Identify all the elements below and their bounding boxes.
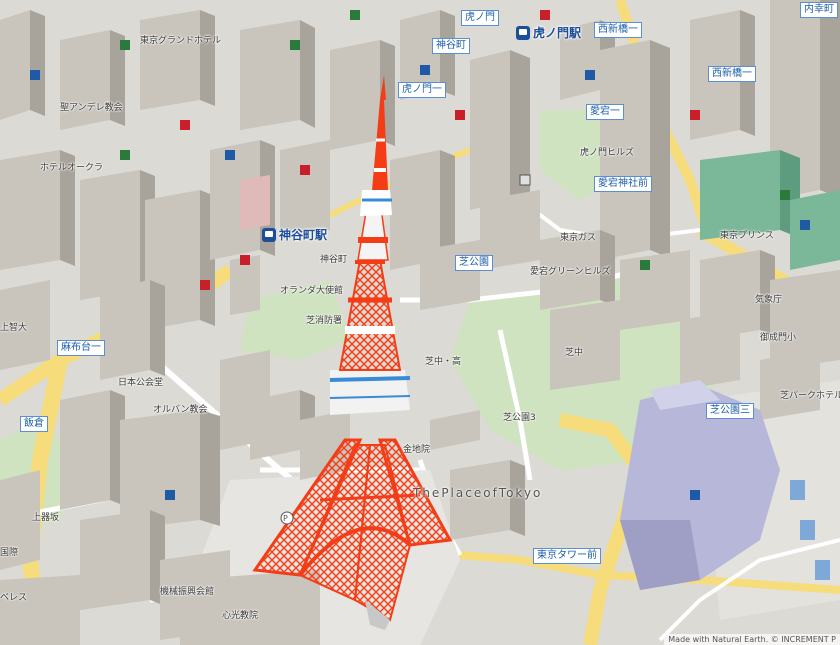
place-label-atago-green: 愛宕グリーンヒルズ (530, 267, 611, 277)
place-label-seishoin: 聖アンデレ教会 (60, 103, 123, 113)
road-label-iigura[interactable]: 飯倉 (20, 416, 48, 432)
place-label-toranomon-hills: 虎ノ門ヒルズ (580, 148, 635, 158)
place-label-oruban: オルバン教会 (153, 405, 208, 415)
place-label-kisho: 気象庁 (755, 295, 783, 305)
place-label-tokyo-grand-hotel: 東京グランドホテル (140, 36, 222, 46)
svg-text:P: P (283, 514, 288, 523)
road-label-atagojinja-mae[interactable]: 愛宕神社前 (594, 176, 652, 192)
road-label-tokyo-tower-mae[interactable]: 東京タワー前 (533, 548, 601, 564)
place-label-shiba-ch: 芝中 (565, 348, 584, 358)
road-label-toranomon[interactable]: 虎ノ門 (461, 10, 499, 26)
road-label-kamiyacho-cross[interactable]: 神谷町 (432, 38, 470, 54)
place-label-oranda-embassy: オランダ大使館 (280, 286, 344, 296)
train-icon (516, 25, 530, 40)
station-toranomon[interactable]: 虎ノ門駅 (516, 24, 581, 41)
place-label-kamiyacho: 神谷町 (320, 255, 348, 265)
place-label-kokusai: 国際 (0, 548, 19, 558)
place-label-hotel-okura: ホテルオークラ (40, 163, 104, 173)
place-label-shiba-fire: 芝消防署 (306, 316, 343, 326)
place-label-shiba-park-hotel: 芝パークホテル (780, 391, 840, 401)
place-label-the-place[interactable]: ThePlaceofTokyo (413, 486, 542, 500)
map-attribution[interactable]: Made with Natural Earth. © INCREMENT P (664, 634, 840, 645)
place-label-nihonkoukyou: 日本公会堂 (118, 378, 164, 388)
road-label-shibakoen3[interactable]: 芝公園三 (706, 403, 754, 419)
place-label-tokyo-gas: 東京ガス (560, 233, 597, 243)
road-label-shibakoen[interactable]: 芝公園 (455, 255, 493, 271)
road-label-nishishinbashi1[interactable]: 西新橋一 (594, 22, 642, 38)
road-label-nishishinbashi[interactable]: 西新橋一 (708, 66, 756, 82)
road-label-atago1[interactable]: 愛宕一 (586, 104, 624, 120)
station-label: 神谷町駅 (279, 228, 328, 242)
station-kamiyacho[interactable]: 神谷町駅 (262, 226, 327, 243)
road-label-azabudai[interactable]: 麻布台一 (57, 340, 105, 356)
place-label-shinko-kyoin: 心光教院 (222, 611, 259, 621)
place-label-ueki: 上器坂 (32, 513, 60, 523)
place-label-shiba-chu-ko: 芝中・高 (425, 357, 462, 367)
map-view[interactable]: P 神谷町駅 虎ノ門駅 麻布台一 飯倉 芝公園三 東京タワー前 愛宕神社前 虎ノ… (0, 0, 840, 645)
station-label: 虎ノ門駅 (533, 26, 582, 40)
place-label-jokyo: 上智大 (0, 323, 28, 333)
place-label-beres: ベレス (0, 593, 28, 603)
place-label-kihei: 機械振興会館 (160, 587, 215, 597)
place-label-shiba-kouen-3: 芝公園3 (503, 413, 536, 423)
road-label-uchisaiwaicho[interactable]: 内幸町 (800, 2, 838, 18)
place-label-kanechi: 金地院 (403, 445, 431, 455)
road-label-toranomon1[interactable]: 虎ノ門一 (398, 82, 446, 98)
train-icon (262, 227, 276, 242)
place-label-gojo: 御成門小 (760, 333, 797, 343)
place-label-tokyo-prince: 東京プリンス (720, 231, 774, 241)
